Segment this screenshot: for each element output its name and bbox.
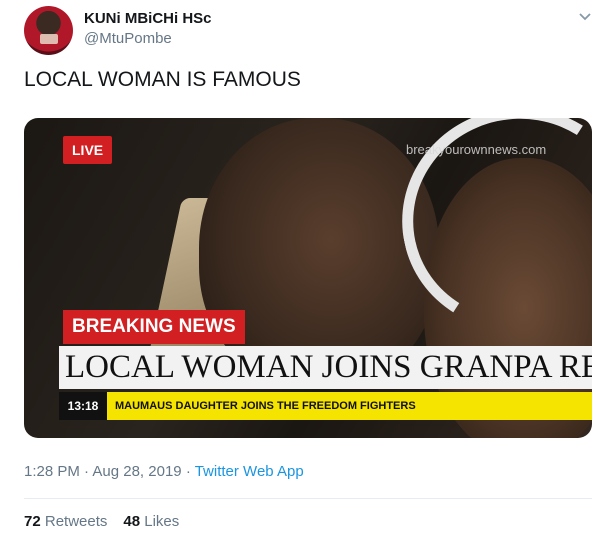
author-handle[interactable]: @MtuPombe	[84, 30, 172, 47]
tweet-stats: 72 Retweets 48 Likes	[24, 513, 179, 530]
likes-count: 48	[123, 513, 141, 530]
avatar[interactable]	[24, 6, 73, 55]
tweet-time[interactable]: 1:28 PM	[24, 463, 80, 480]
tweet-text: LOCAL WOMAN IS FAMOUS	[24, 68, 301, 91]
retweets-label: Retweets	[44, 513, 108, 530]
chevron-down-icon[interactable]	[576, 10, 594, 24]
divider	[24, 498, 592, 499]
tweet-meta: 1:28 PM · Aug 28, 2019 · Twitter Web App	[24, 463, 304, 480]
retweets-stat[interactable]: 72 Retweets	[24, 513, 107, 530]
media-watermark: breakyourownnews.com	[406, 142, 547, 157]
likes-stat[interactable]: 48 Likes	[123, 513, 179, 530]
live-badge: LIVE	[63, 136, 113, 164]
tweet-source-link[interactable]: Twitter Web App	[195, 463, 304, 480]
likes-label: Likes	[144, 513, 180, 530]
tweet-date[interactable]: Aug 28, 2019	[92, 463, 181, 480]
meta-separator: ·	[185, 463, 191, 480]
ticker-text: MAUMAUS DAUGHTER JOINS THE FREEDOM FIGHT…	[115, 400, 416, 412]
news-ticker: 13:18 MAUMAUS DAUGHTER JOINS THE FREEDOM…	[59, 392, 592, 420]
tweet-media-image[interactable]: LIVE breakyourownnews.com BREAKING NEWS …	[24, 118, 592, 438]
retweets-count: 72	[24, 513, 41, 530]
meta-separator: ·	[84, 463, 90, 480]
author-display-name[interactable]: KUNi MBiCHi HSc	[84, 10, 212, 27]
breaking-news-label: BREAKING NEWS	[63, 310, 245, 344]
news-headline: LOCAL WOMAN JOINS GRANPA RECORDS	[59, 346, 592, 389]
ticker-time: 13:18	[59, 392, 107, 420]
